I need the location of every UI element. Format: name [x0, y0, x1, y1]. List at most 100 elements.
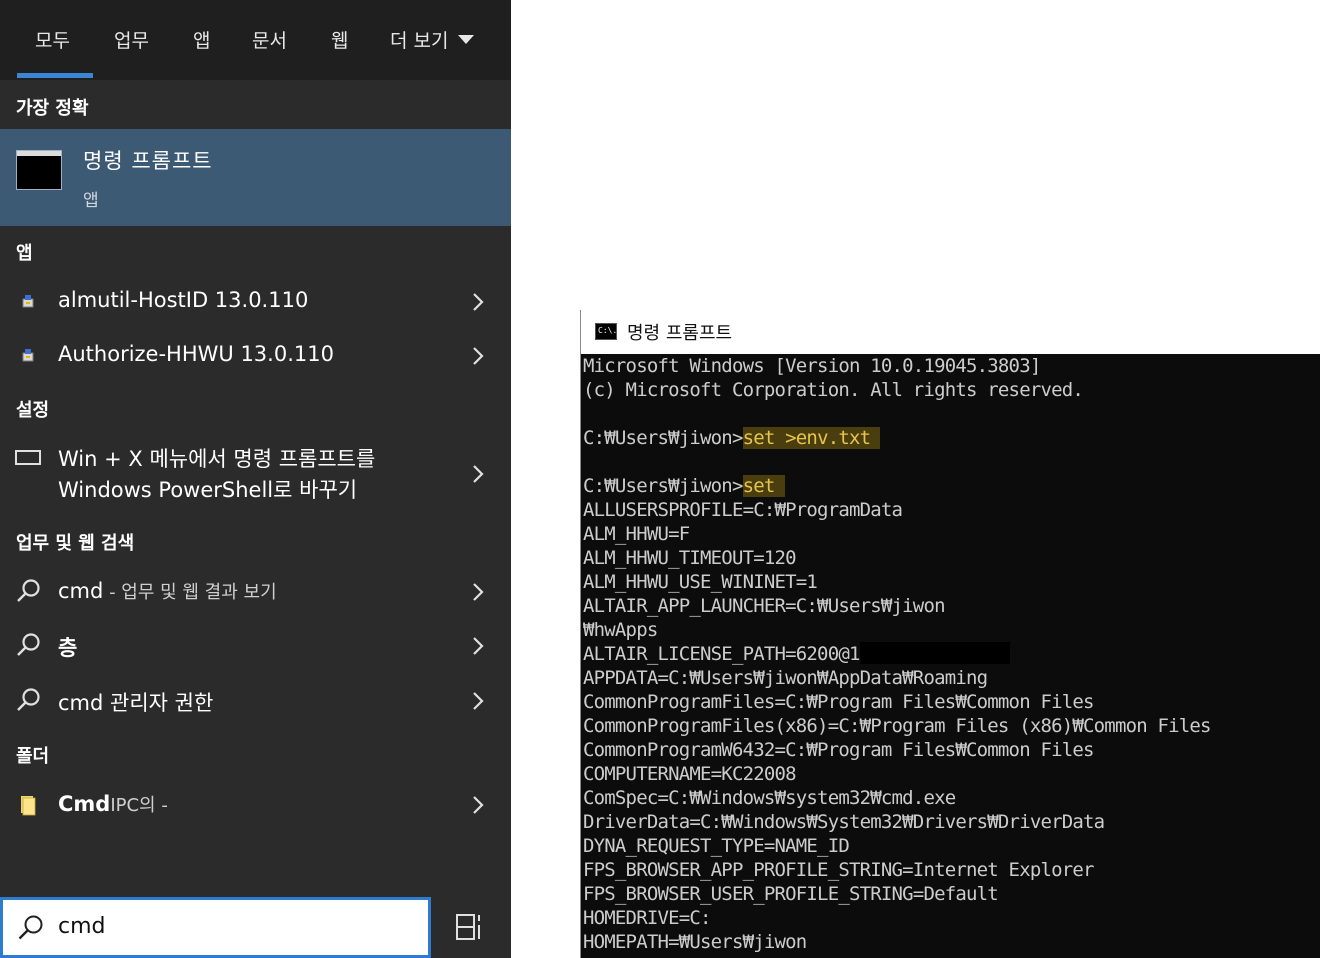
tab-work[interactable]: 업무: [114, 26, 149, 53]
cmd-output-line: ALTAIR_APP_LAUNCHER=C:₩Users₩jiwon: [583, 594, 1319, 618]
windows-search-panel: 모두 업무 앱 문서 웹 더 보기 가장 정확 명령 프롬프트 앱 앱 almu…: [0, 0, 511, 958]
cmd-highlighted-command: set >env.txt: [742, 427, 881, 449]
web-result-hint: - 업무 및 웹 결과 보기: [103, 582, 277, 603]
cmd-output-line: ComSpec=C:₩Windows₩system32₩cmd.exe: [583, 786, 1319, 810]
cmd-command-line: C:₩Users₩jiwon>set >env.txt: [583, 426, 1319, 450]
cmd-line-text: CommonProgramW6432=C:₩Program Files₩Comm…: [583, 739, 1094, 761]
best-match-title: 명령 프롬프트: [83, 149, 213, 173]
settings-item-replace-cmd[interactable]: Win + X 메뉴에서 명령 프롬프트를 Windows PowerShell…: [0, 440, 511, 510]
web-result-label: 층: [58, 636, 78, 660]
web-result-floor[interactable]: 층: [0, 621, 511, 671]
cmd-line-text: DYNA_REQUEST_TYPE=NAME_ID: [583, 835, 850, 857]
tab-documents[interactable]: 문서: [252, 26, 287, 53]
chevron-right-icon[interactable]: [468, 635, 488, 657]
cmd-output-line: ALM_HHWU_USE_WININET=1: [583, 570, 1319, 594]
tab-more-label: 더 보기: [390, 30, 449, 52]
web-result-label: cmd 관리자 권한: [58, 687, 213, 717]
cmd-output-line: HOMEDRIVE=C:: [583, 906, 1319, 930]
settings-item-line1: Win + X 메뉴에서 명령 프롬프트를: [58, 447, 376, 471]
cmd-output-line: CommonProgramW6432=C:₩Program Files₩Comm…: [583, 738, 1319, 762]
cmd-prompt: C:₩Users₩jiwon>: [583, 427, 743, 449]
cmd-titlebar[interactable]: C:\. 명령 프롬프트: [581, 310, 1320, 354]
cmd-output-line: APPDATA=C:₩Users₩jiwon₩AppData₩Roaming: [583, 666, 1319, 690]
web-result-query: cmd: [58, 579, 104, 603]
app-item-authorize[interactable]: Authorize-HHWU 13.0.110: [0, 331, 511, 381]
command-prompt-window: C:\. 명령 프롬프트 Microsoft Windows [Version …: [580, 310, 1320, 958]
section-apps: 앱: [16, 243, 33, 264]
cmd-output-line: ALLUSERSPROFILE=C:₩ProgramData: [583, 498, 1319, 522]
cmd-line-text: CommonProgramFiles=C:₩Program Files₩Comm…: [583, 691, 1094, 713]
chevron-right-icon[interactable]: [468, 794, 488, 816]
cmd-output-line: ALM_HHWU_TIMEOUT=120: [583, 546, 1319, 570]
folder-item-label: CmdIPC의 -: [58, 791, 168, 817]
chevron-right-icon[interactable]: [468, 690, 488, 712]
app-item-almutil[interactable]: almutil-HostID 13.0.110: [0, 277, 511, 327]
cmd-line-text: FPS_BROWSER_USER_PROFILE_STRING=Default: [583, 883, 999, 905]
tab-apps[interactable]: 앱: [193, 26, 210, 53]
chevron-right-icon[interactable]: [468, 291, 488, 313]
cmd-highlighted-command: set: [742, 475, 785, 497]
search-icon: [17, 633, 40, 656]
web-result-cmd-admin[interactable]: cmd 관리자 권한: [0, 676, 511, 726]
cmd-line-text: ALM_HHWU=F: [583, 523, 690, 545]
redacted-block: [859, 642, 1010, 664]
cmd-line-text: ComSpec=C:₩Windows₩system32₩cmd.exe: [583, 787, 956, 809]
cmd-line-text: APPDATA=C:₩Users₩jiwon₩AppData₩Roaming: [583, 667, 988, 689]
taskbar-search-box[interactable]: cmd: [0, 897, 431, 958]
active-tab-indicator: [17, 73, 93, 78]
cmd-line-text: (c) Microsoft Corporation. All rights re…: [583, 379, 1084, 401]
cmd-command-line: C:₩Users₩jiwon>set: [583, 474, 1319, 498]
search-icon: [17, 688, 40, 711]
cmd-output[interactable]: Microsoft Windows [Version 10.0.19045.38…: [583, 354, 1319, 958]
cmd-output-line: [583, 450, 1319, 474]
cmd-output-line: FPS_BROWSER_USER_PROFILE_STRING=Default: [583, 882, 1319, 906]
cmd-output-line: Microsoft Windows [Version 10.0.19045.38…: [583, 354, 1319, 378]
cmd-line-text: ALTAIR_APP_LAUNCHER=C:₩Users₩jiwon: [583, 595, 946, 617]
cmd-line-text: COMPUTERNAME=KC22008: [583, 763, 797, 785]
web-result-query-prefix: cmd 관리자 권한: [58, 691, 214, 715]
chevron-right-icon[interactable]: [468, 345, 488, 367]
command-prompt-icon: [16, 150, 62, 190]
task-view-icon[interactable]: [452, 911, 484, 943]
caret-down-icon: [458, 35, 475, 44]
cmd-line-text: CommonProgramFiles(x86)=C:₩Program Files…: [583, 715, 1212, 737]
tab-more[interactable]: 더 보기: [390, 26, 475, 53]
cmd-line-text: DriverData=C:₩Windows₩System32₩Drivers₩D…: [583, 811, 1105, 833]
settings-item-line2: Windows PowerShell로 바꾸기: [58, 478, 358, 502]
section-folders: 폴더: [16, 746, 50, 767]
cmd-line-text: HOMEPATH=₩Users₩jiwon: [583, 931, 807, 953]
search-icon: [17, 579, 40, 602]
cmd-output-line: ₩hwApps: [583, 618, 1319, 642]
folder-item-cmd[interactable]: CmdIPC의 -: [0, 780, 511, 830]
cmd-line-text: Microsoft Windows [Version 10.0.19045.38…: [583, 355, 1041, 377]
web-result-label: cmd - 업무 및 웹 결과 보기: [58, 578, 277, 604]
screen: 모두 업무 앱 문서 웹 더 보기 가장 정확 명령 프롬프트 앱 앱 almu…: [0, 0, 1320, 958]
cmd-line-text: FPS_BROWSER_APP_PROFILE_STRING=Internet …: [583, 859, 1094, 881]
cmd-output-line: COMPUTERNAME=KC22008: [583, 762, 1319, 786]
section-best-match: 가장 정확: [16, 98, 89, 119]
folder-icon: [21, 796, 36, 816]
best-match-command-prompt[interactable]: 명령 프롬프트 앱: [0, 129, 511, 226]
display-icon: [15, 450, 41, 465]
installer-icon: [22, 295, 34, 308]
cmd-output-line: DriverData=C:₩Windows₩System32₩Drivers₩D…: [583, 810, 1319, 834]
tab-web[interactable]: 웹: [331, 26, 348, 53]
cmd-window-title: 명령 프롬프트: [627, 323, 733, 344]
tab-all[interactable]: 모두: [35, 26, 70, 53]
chevron-right-icon[interactable]: [468, 463, 488, 485]
cmd-output-line: [583, 402, 1319, 426]
search-tabs-bar: 모두 업무 앱 문서 웹 더 보기: [0, 0, 511, 80]
chevron-right-icon[interactable]: [468, 581, 488, 603]
cmd-output-line: (c) Microsoft Corporation. All rights re…: [583, 378, 1319, 402]
cmd-line-text: ALM_HHWU_TIMEOUT=120: [583, 547, 797, 569]
folder-item-name: Cmd: [58, 792, 111, 816]
search-input[interactable]: cmd: [58, 914, 106, 939]
best-match-subtitle: 앱: [83, 191, 99, 211]
cmd-window-icon: C:\.: [595, 323, 617, 340]
cmd-line-text: ALTAIR_LICENSE_PATH=6200@1: [583, 643, 860, 665]
folder-item-location: IPC의 -: [110, 795, 168, 816]
search-icon: [18, 915, 43, 940]
section-web-search: 업무 및 웹 검색: [16, 533, 135, 554]
web-result-cmd[interactable]: cmd - 업무 및 웹 결과 보기: [0, 567, 511, 617]
cmd-output-line: ALM_HHWU=F: [583, 522, 1319, 546]
